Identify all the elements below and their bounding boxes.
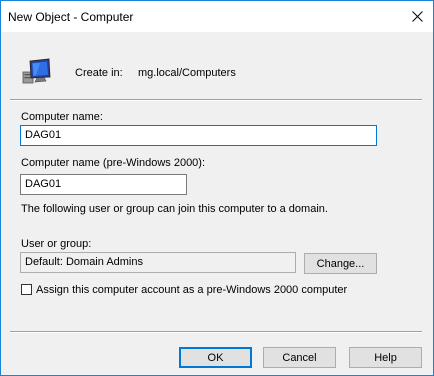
create-in-label: Create in:: [75, 67, 123, 79]
window-title: New Object - Computer: [8, 10, 134, 24]
pre2000-name-input[interactable]: DAG01: [20, 174, 187, 195]
computer-name-input[interactable]: DAG01: [20, 125, 377, 146]
top-separator: [10, 99, 422, 101]
change-button[interactable]: Change...: [304, 253, 377, 274]
ok-button[interactable]: OK: [179, 347, 252, 368]
user-group-label: User or group:: [21, 238, 92, 250]
join-info-text: The following user or group can join thi…: [21, 203, 328, 215]
cancel-button[interactable]: Cancel: [263, 347, 336, 368]
assign-pre2000-label: Assign this computer account as a pre-Wi…: [36, 284, 348, 296]
computer-name-label: Computer name:: [21, 111, 103, 123]
assign-pre2000-checkbox[interactable]: [21, 284, 32, 295]
help-button[interactable]: Help: [349, 347, 422, 368]
pre2000-name-label: Computer name (pre-Windows 2000):: [21, 157, 206, 169]
computer-icon: [22, 58, 51, 84]
close-icon: [411, 11, 423, 22]
title-bar: New Object - Computer: [1, 1, 433, 32]
user-group-field: Default: Domain Admins: [20, 252, 296, 273]
close-button[interactable]: [401, 1, 433, 32]
create-in-value: mg.local/Computers: [138, 67, 236, 79]
new-object-computer-dialog: New Object - Computer Create in: mg.loca…: [0, 0, 434, 376]
bottom-separator: [10, 331, 422, 333]
